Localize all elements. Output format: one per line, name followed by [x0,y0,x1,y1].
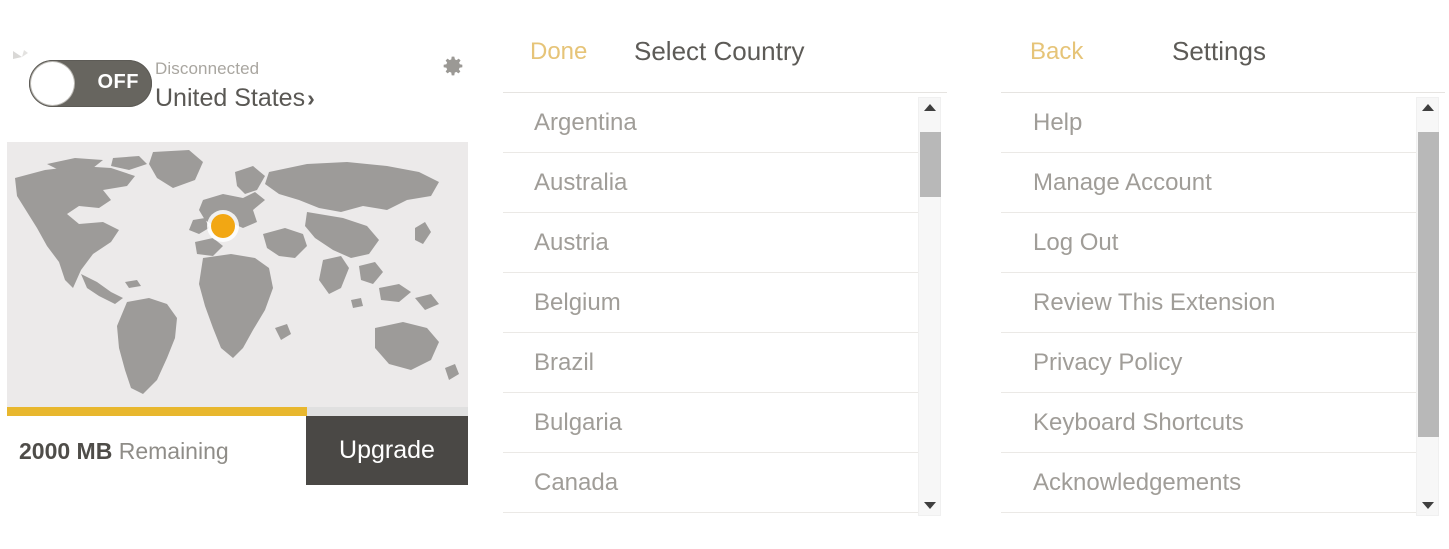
toggle-state-label: OFF [97,71,139,93]
upgrade-button[interactable]: Upgrade [306,416,468,485]
country-panel-title: Select Country [634,36,805,66]
chevron-right-icon: › [307,85,315,111]
settings-list-item[interactable]: Privacy Policy [1001,333,1416,393]
cursor-artifact-icon [13,50,28,59]
settings-list-scrollbar[interactable] [1416,97,1439,516]
country-list-item[interactable]: Argentina [503,93,918,153]
country-panel-header: Done Select Country [503,14,947,92]
data-remaining-amount: 2000 MB [19,438,113,464]
country-list-item[interactable]: Austria [503,213,918,273]
settings-list-item[interactable]: Log Out [1001,213,1416,273]
connection-status-label: Disconnected [155,59,260,78]
data-usage-bar [7,407,468,416]
select-country-panel: Done Select Country Argentina Australia Au… [503,14,947,519]
country-list-wrap: Argentina Australia Austria Belgium Brazil Bu… [503,92,947,520]
settings-list-item[interactable]: Manage Account [1001,153,1416,213]
country-list-item[interactable]: Bulgaria [503,393,918,453]
settings-panel-title: Settings [1172,36,1266,66]
vpn-main-panel: OFF Disconnected United States › 2000 MB… [7,30,468,485]
data-remaining-text: 2000 MB Remaining [19,438,229,465]
settings-list-wrap: Help Manage Account Log Out Review This Ext… [1001,92,1445,520]
scrollbar-thumb[interactable] [920,132,941,197]
country-list-item[interactable]: Australia [503,153,918,213]
settings-list-item[interactable]: Acknowledgements [1001,453,1416,513]
main-panel-header: OFF Disconnected United States › [7,30,468,140]
settings-list-item[interactable]: Review This Extension [1001,273,1416,333]
scrollbar-thumb[interactable] [1418,132,1439,438]
country-list-item[interactable]: Belgium [503,273,918,333]
country-list-scrollbar[interactable] [918,97,941,516]
back-button[interactable]: Back [1030,38,1083,66]
country-list-item[interactable]: Canada [503,453,918,513]
settings-panel-header: Back Settings [1001,14,1445,92]
scroll-down-arrow-icon[interactable] [919,496,940,515]
country-list-item[interactable]: Brazil [503,333,918,393]
world-map-graphic [7,142,468,407]
map-location-dot [211,214,235,238]
settings-list-item[interactable]: Keyboard Shortcuts [1001,393,1416,453]
connection-status-block: Disconnected United States › [155,58,415,113]
vpn-power-toggle[interactable]: OFF [29,60,152,107]
settings-list-item[interactable]: Help [1001,93,1416,153]
country-list[interactable]: Argentina Australia Austria Belgium Brazil Bu… [503,93,918,520]
settings-panel: Back Settings Help Manage Account Log Out R… [1001,14,1445,519]
settings-list[interactable]: Help Manage Account Log Out Review This Ext… [1001,93,1416,520]
gear-icon [443,56,463,76]
world-map [7,142,468,407]
done-button[interactable]: Done [530,38,587,66]
usage-footer: 2000 MB Remaining Upgrade [7,416,468,485]
settings-gear-button[interactable] [439,52,467,80]
scroll-down-arrow-icon[interactable] [1417,496,1438,515]
data-remaining-label: Remaining [118,438,229,464]
toggle-knob [31,62,74,105]
scroll-up-arrow-icon[interactable] [1417,98,1438,117]
selected-country-label: United States [155,84,306,112]
scroll-up-arrow-icon[interactable] [919,98,940,117]
data-usage-bar-fill [7,407,307,416]
selected-country-row[interactable]: United States › [155,83,415,113]
